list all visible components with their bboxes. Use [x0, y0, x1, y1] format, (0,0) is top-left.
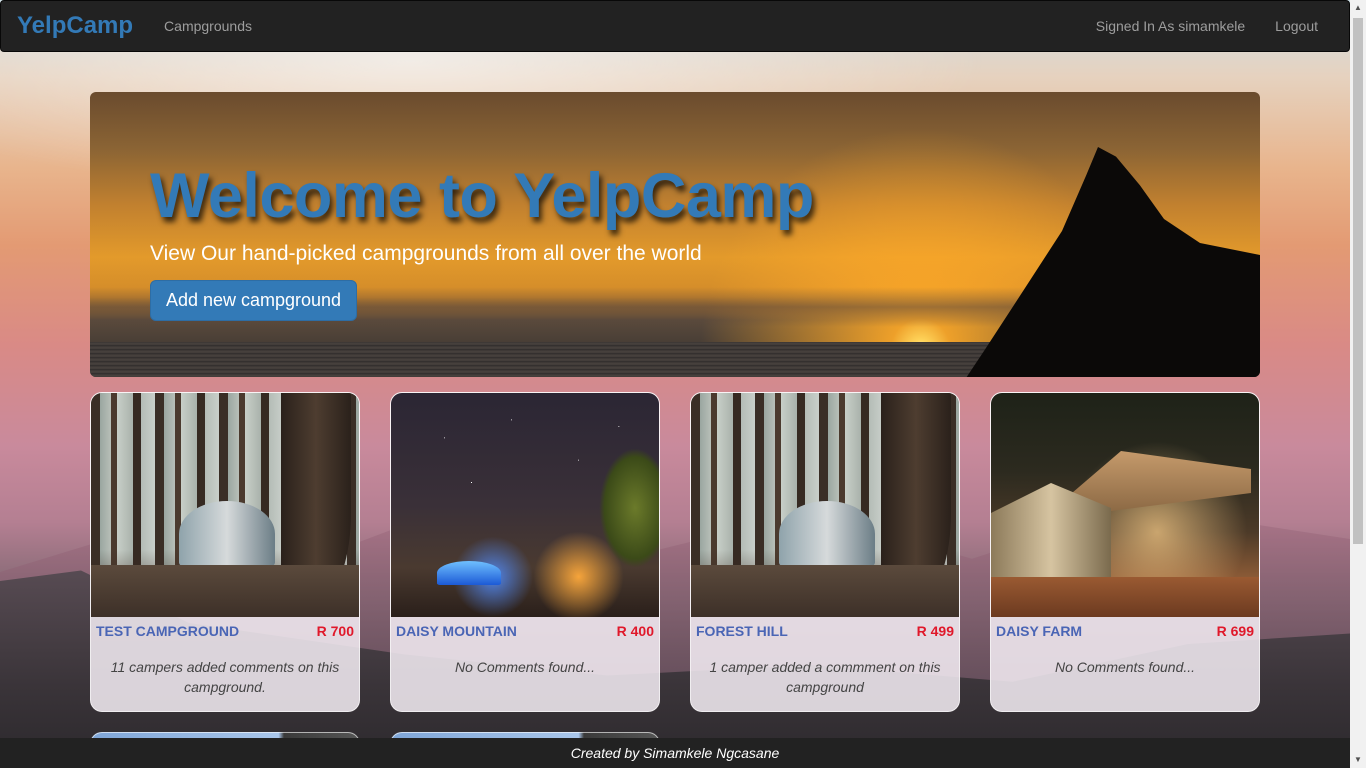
tent-shape	[437, 561, 501, 585]
campground-title[interactable]: DAISY MOUNTAIN	[396, 623, 517, 639]
ground-shape	[991, 577, 1259, 617]
campground-image[interactable]	[991, 393, 1259, 617]
scrollbar-thumb[interactable]	[1353, 18, 1363, 544]
brand-link[interactable]: YelpCamp	[17, 12, 133, 40]
tent-shape	[179, 501, 275, 567]
page-title: Welcome to YelpCamp	[150, 161, 814, 231]
scroll-up-arrow-icon[interactable]: ▲	[1350, 0, 1366, 16]
ground-shape	[91, 565, 359, 617]
campground-price: R 400	[616, 623, 654, 639]
page-subtitle: View Our hand-picked campgrounds from al…	[150, 242, 702, 265]
navbar: YelpCamp Campgrounds Signed In As simamk…	[0, 0, 1350, 52]
tree-trunk-shape	[281, 393, 351, 593]
campground-comments: 1 camper added a commment on this campgr…	[709, 659, 941, 695]
campground-title[interactable]: TEST CAMPGROUND	[96, 623, 239, 639]
ground-shape	[691, 565, 959, 617]
tent-shape	[779, 501, 875, 567]
campground-card[interactable]: DAISY FARM R 699 No Comments found...	[990, 392, 1260, 712]
scroll-down-arrow-icon[interactable]: ▼	[1350, 752, 1366, 768]
campgrounds-link[interactable]: Campgrounds	[164, 18, 252, 34]
signed-in-link[interactable]: Signed In As simamkele	[1096, 18, 1245, 34]
campground-image[interactable]	[391, 393, 659, 617]
footer: Created by Simamkele Ngcasane	[0, 738, 1350, 768]
jumbotron: Welcome to YelpCamp View Our hand-picked…	[90, 92, 1260, 377]
add-campground-button[interactable]: Add new campground	[150, 280, 357, 321]
tree-trunk-shape	[881, 393, 951, 593]
campground-price: R 699	[1216, 623, 1254, 639]
campground-card[interactable]: DAISY MOUNTAIN R 400 No Comments found..…	[390, 392, 660, 712]
jumbotron-mountain-peak	[960, 147, 1260, 377]
tree-shape	[599, 448, 659, 568]
campground-price: R 499	[916, 623, 954, 639]
campground-card[interactable]: FOREST HILL R 499 1 camper added a commm…	[690, 392, 960, 712]
campground-price: R 700	[316, 623, 354, 639]
campground-card[interactable]: TEST CAMPGROUND R 700 11 campers added c…	[90, 392, 360, 712]
campground-title[interactable]: FOREST HILL	[696, 623, 788, 639]
campground-comments: No Comments found...	[454, 659, 596, 675]
campground-comments: 11 campers added comments on this campgr…	[110, 659, 340, 695]
navbar-right: Signed In As simamkele Logout	[1096, 18, 1318, 34]
campground-comments: No Comments found...	[1054, 659, 1196, 675]
campground-title[interactable]: DAISY FARM	[996, 623, 1082, 639]
campground-image[interactable]	[91, 393, 359, 617]
logout-link[interactable]: Logout	[1275, 18, 1318, 34]
vertical-scrollbar[interactable]: ▲ ▼	[1350, 0, 1366, 768]
campground-image[interactable]	[691, 393, 959, 617]
